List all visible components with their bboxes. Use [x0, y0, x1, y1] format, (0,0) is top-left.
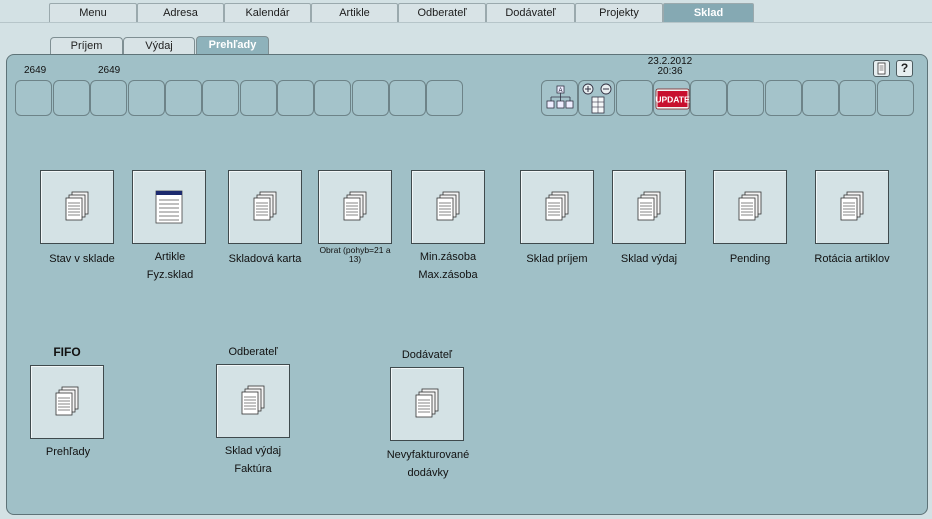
tile-skladova-karta[interactable] [228, 170, 302, 244]
toolbar-slot[interactable] [165, 80, 202, 116]
toolbar-slot[interactable] [616, 80, 653, 116]
documents-icon [738, 191, 762, 221]
documents-icon [840, 191, 864, 221]
tile-label: Pending [729, 253, 771, 265]
toolbar-slot[interactable] [690, 80, 727, 116]
toolbar-slot[interactable] [426, 80, 463, 116]
tile-sklad-vydaj[interactable] [612, 170, 686, 244]
toolbar-slot[interactable] [15, 80, 52, 116]
tab-dodavatel[interactable]: Dodávateľ [486, 3, 575, 22]
tile-pending[interactable] [713, 170, 787, 244]
date-time: 23.2.2012 20:36 [640, 57, 700, 77]
notepad-icon [877, 62, 886, 75]
tab-odberatel[interactable]: Odberateľ [398, 3, 486, 22]
documents-icon [253, 191, 277, 221]
tile-label: Skladová karta [228, 253, 302, 265]
toolbar-slot[interactable] [314, 80, 351, 116]
tile-rotacia-artiklov[interactable] [815, 170, 889, 244]
tile-label: Obrat (pohyb=21 a 13) [319, 245, 391, 264]
update-label: UPDATE [655, 95, 690, 105]
tab-kalendar[interactable]: Kalendár [224, 3, 311, 22]
documents-icon [415, 388, 439, 418]
toolbar-slot[interactable] [277, 80, 314, 116]
toolbar-slot[interactable] [240, 80, 277, 116]
tab-artikle[interactable]: Artikle [311, 3, 398, 22]
group-heading-fifo: FIFO [53, 345, 81, 359]
toolbar-slot[interactable] [765, 80, 802, 116]
tile-label: Nevyfakturované dodávky [386, 449, 470, 479]
documents-icon [436, 191, 460, 221]
nav-divider [0, 22, 932, 23]
subtab-prehlady[interactable]: Prehľady [196, 36, 269, 56]
tile-label: Artikle Fyz.sklad [146, 251, 194, 281]
toolbar-slot[interactable] [727, 80, 764, 116]
top-navigation: Menu Adresa Kalendár Artikle Odberateľ D… [0, 0, 932, 24]
toolbar-slot[interactable] [128, 80, 165, 116]
tile-label: Sklad výdaj Faktúra [224, 445, 282, 475]
toolbar-slot[interactable] [202, 80, 239, 116]
tile-stav-v-sklade[interactable] [40, 170, 114, 244]
update-button[interactable]: UPDATE [653, 80, 690, 116]
time-text: 20:36 [657, 66, 683, 77]
record-code-left: 2649 [24, 65, 47, 76]
toolbar-slot[interactable] [802, 80, 839, 116]
subtab-vydaj[interactable]: Výdaj [123, 37, 195, 55]
subtab-prijem[interactable]: Príjem [50, 37, 123, 55]
tile-min-max-zasoba[interactable] [411, 170, 485, 244]
tile-sklad-prijem[interactable] [520, 170, 594, 244]
documents-icon [343, 191, 367, 221]
tile-obrat[interactable] [318, 170, 392, 244]
tile-label: Sklad príjem [526, 253, 588, 265]
tab-menu[interactable]: Menu [49, 3, 137, 22]
group-heading-odberatel: Odberateľ [228, 346, 278, 358]
documents-icon [55, 386, 79, 416]
documents-icon [545, 191, 569, 221]
toolbar-slot[interactable] [53, 80, 90, 116]
group-heading-dodavatel: Dodávateľ [401, 349, 453, 361]
tile-odberatel-sklad-vydaj[interactable] [216, 364, 290, 438]
tile-label: Rotácia artiklov [814, 253, 890, 265]
toolbar-slot[interactable] [839, 80, 876, 116]
toolbar-slot[interactable] [352, 80, 389, 116]
tab-projekty[interactable]: Projekty [575, 3, 663, 22]
tile-label: Min.zásoba Max.zásoba [418, 251, 478, 281]
record-code-right: 2649 [98, 65, 121, 76]
zoom-icon[interactable] [578, 80, 615, 116]
tile-artikle-fyz-sklad[interactable] [132, 170, 206, 244]
toolbar-slot[interactable] [90, 80, 127, 116]
tile-dodavatel-nevyfakturovane[interactable] [390, 367, 464, 441]
documents-icon [241, 385, 265, 415]
toolbar-slot[interactable] [877, 80, 914, 116]
help-button[interactable]: ? [896, 60, 913, 77]
documents-icon [65, 191, 89, 221]
notes-button[interactable] [873, 60, 890, 77]
tile-label: Sklad výdaj [620, 253, 678, 265]
tab-adresa[interactable]: Adresa [137, 3, 224, 22]
toolbar-slot[interactable] [389, 80, 426, 116]
tile-label: Prehľady [45, 446, 91, 458]
list-document-icon [155, 190, 183, 224]
documents-icon [637, 191, 661, 221]
tile-fifo-prehlady[interactable] [30, 365, 104, 439]
tab-sklad[interactable]: Sklad [663, 3, 754, 22]
sort-icon[interactable]: A [541, 80, 578, 116]
